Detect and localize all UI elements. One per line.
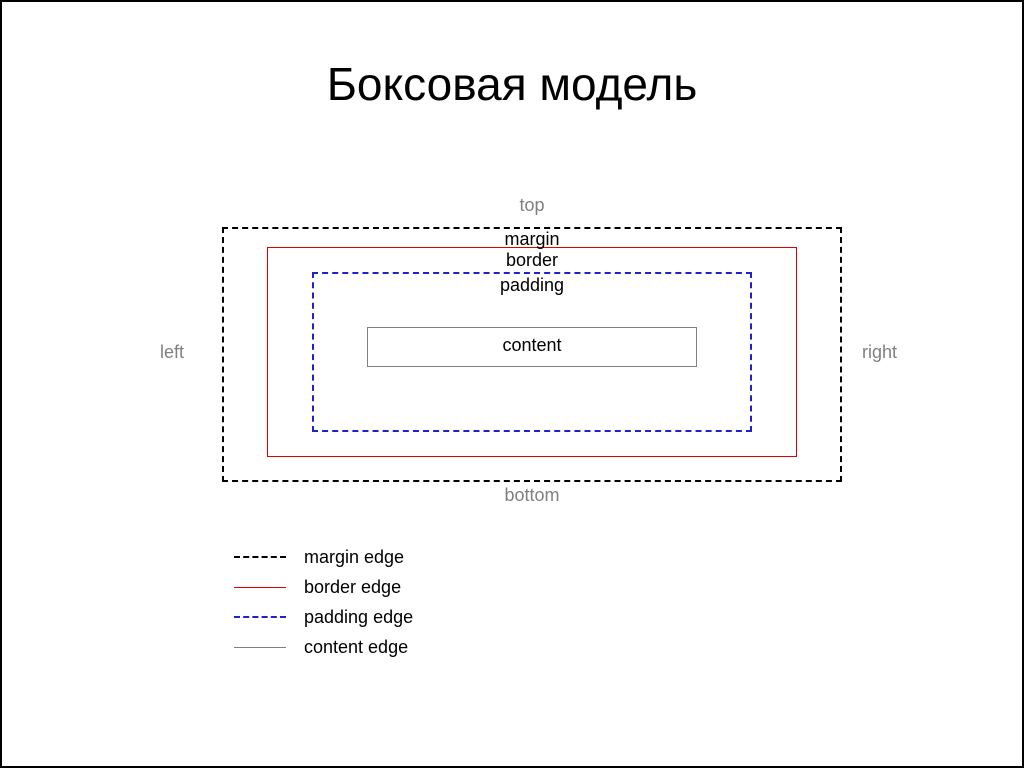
legend-text-padding: padding edge [304,607,413,628]
label-content: content [222,335,842,356]
legend-swatch-content [234,647,286,648]
side-label-bottom: bottom [222,485,842,506]
legend: margin edge border edge padding edge con… [234,542,413,662]
label-margin: margin [222,229,842,250]
legend-row-border: border edge [234,572,413,602]
legend-text-border: border edge [304,577,401,598]
legend-swatch-margin [234,556,286,558]
label-padding: padding [222,275,842,296]
legend-text-content: content edge [304,637,408,658]
legend-row-content: content edge [234,632,413,662]
side-label-right: right [862,342,897,363]
slide-title: Боксовая модель [2,57,1022,111]
legend-swatch-border [234,587,286,588]
legend-swatch-padding [234,616,286,618]
legend-row-margin: margin edge [234,542,413,572]
legend-row-padding: padding edge [234,602,413,632]
side-label-top: top [222,195,842,216]
side-label-left: left [160,342,184,363]
label-border: border [222,250,842,271]
box-model-diagram: top bottom left right margin border padd… [222,227,842,482]
legend-text-margin: margin edge [304,547,404,568]
slide-frame: Боксовая модель top bottom left right ma… [0,0,1024,768]
